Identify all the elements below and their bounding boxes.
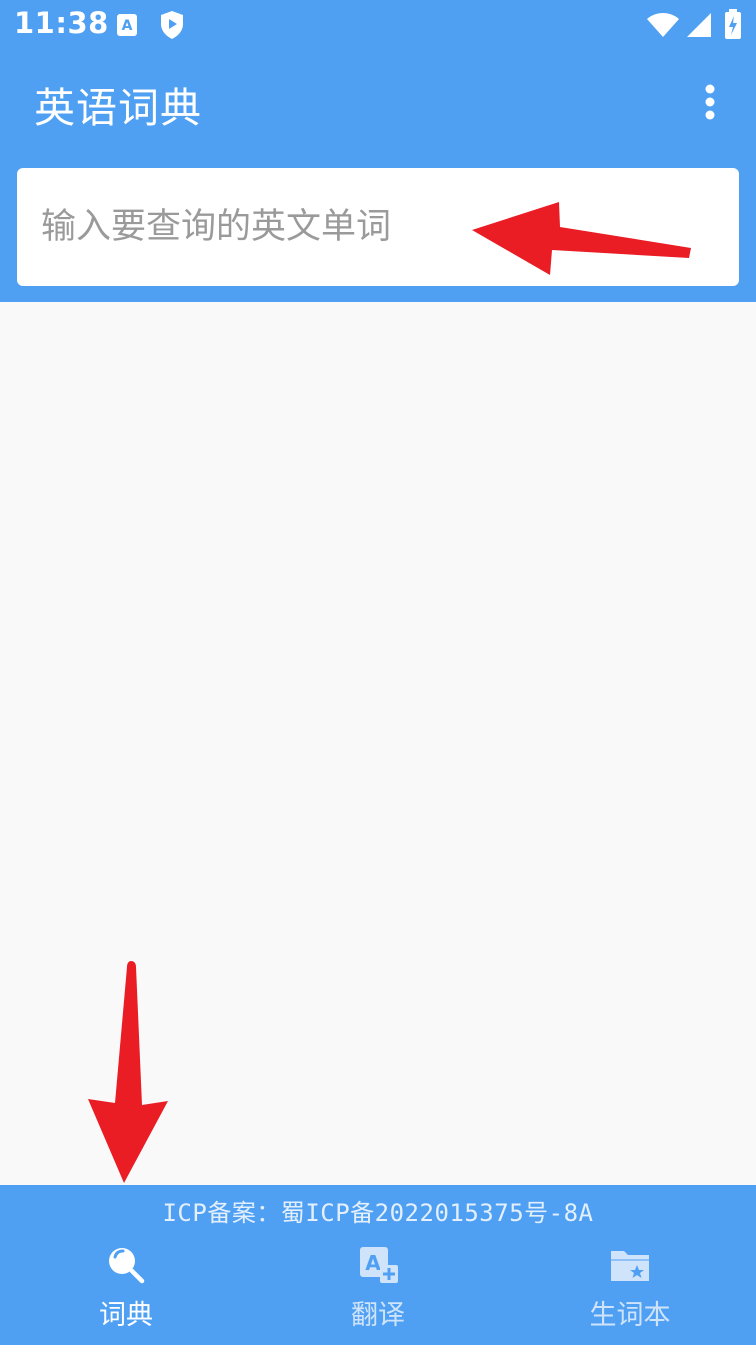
nav-item-translate[interactable]: A 翻译 [252, 1243, 504, 1343]
search-input[interactable] [39, 194, 703, 260]
search-icon [109, 1248, 145, 1284]
nav-item-vocabulary[interactable]: 生词本 [504, 1243, 756, 1343]
a-notification-icon: A [116, 13, 138, 41]
page-title: 英语词典 [34, 84, 202, 132]
app-header: 11:38 A 英语词典 输入要查询的英文单词 [0, 0, 756, 302]
status-time: 11:38 [14, 6, 109, 40]
icp-record-text: ICP备案：蜀ICP备2022015375号-8A [162, 1199, 594, 1227]
folder-star-icon [611, 1251, 649, 1281]
status-bar: 11:38 A [0, 0, 756, 50]
svg-text:A: A [122, 18, 133, 34]
signal-icon [686, 12, 712, 42]
nav-label-dictionary: 词典 [99, 1300, 153, 1331]
battery-charging-icon [724, 8, 742, 44]
search-box[interactable] [17, 168, 739, 286]
annotation-arrow-down [88, 961, 168, 1183]
translate-icon: A [360, 1247, 398, 1283]
nav-label-translate: 翻译 [351, 1300, 405, 1331]
bottom-bar: ICP备案：蜀ICP备2022015375号-8A 词典 A 翻译 生词本 [0, 1185, 756, 1345]
svg-text:A: A [365, 1251, 381, 1275]
shield-play-icon [160, 10, 184, 44]
wifi-icon [646, 12, 680, 42]
more-options-button[interactable] [690, 80, 730, 124]
nav-label-vocabulary: 生词本 [589, 1300, 671, 1331]
more-vertical-icon [705, 84, 715, 120]
nav-item-dictionary[interactable]: 词典 [0, 1243, 252, 1343]
